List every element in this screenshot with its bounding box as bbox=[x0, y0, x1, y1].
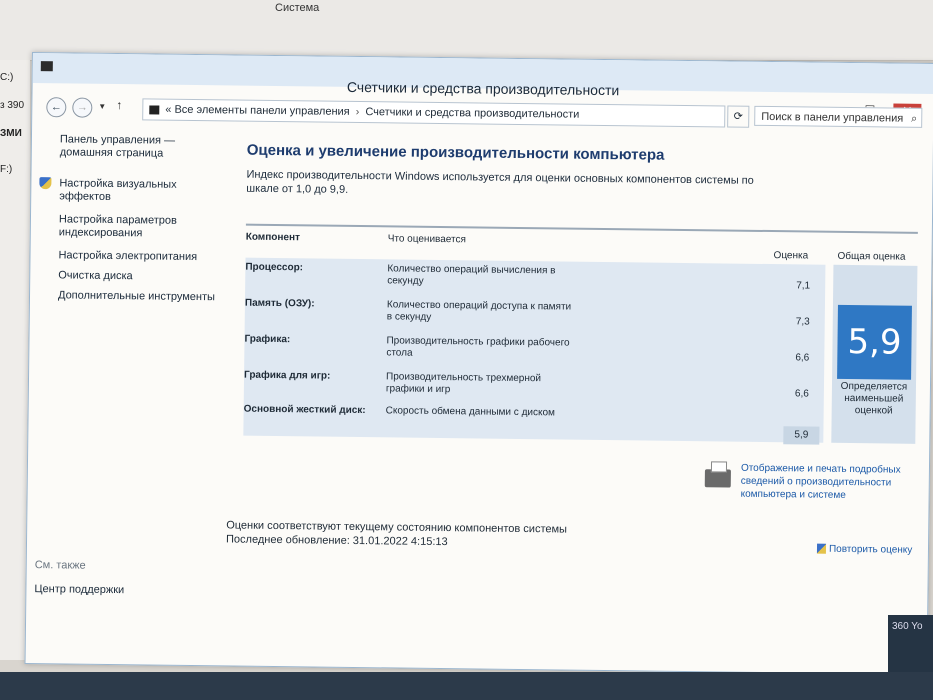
intro-text: Индекс производительности Windows исполь… bbox=[246, 168, 754, 196]
navigation-bar: ← → ▼ ↑ « Все элементы панели управления… bbox=[42, 97, 923, 134]
overall-score-badge: 5,9 bbox=[837, 304, 912, 380]
support-center-link[interactable]: Центр поддержки bbox=[34, 583, 124, 596]
print-details-link[interactable]: Отображение и печать подробных сведений … bbox=[741, 462, 921, 503]
component-description: Количество операций вычисления в секунду bbox=[387, 263, 556, 287]
shield-icon bbox=[39, 177, 52, 190]
recent-pages-chevron-icon[interactable]: ▼ bbox=[98, 102, 106, 111]
rerun-assessment-link[interactable]: Повторить оценку bbox=[816, 543, 913, 556]
back-button[interactable]: ← bbox=[46, 97, 67, 118]
component-score: 7,3 bbox=[795, 316, 810, 328]
header-score: Оценка bbox=[773, 250, 809, 262]
taskbar bbox=[0, 672, 933, 700]
component-name: Графика для игр: bbox=[244, 369, 331, 382]
last-update-text: Последнее обновление: 31.01.2022 4:15:13 bbox=[225, 533, 448, 549]
component-name: Графика: bbox=[244, 333, 291, 346]
sidebar-item-disk-cleanup[interactable]: Очистка диска bbox=[58, 269, 218, 284]
component-score: 7,1 bbox=[796, 280, 811, 292]
performance-window: Счетчики и средства производительности –… bbox=[24, 52, 933, 675]
component-description: Производительность графики рабочего стол… bbox=[386, 335, 570, 359]
background-window-title: Система bbox=[275, 2, 320, 14]
control-panel-icon bbox=[149, 105, 160, 115]
background-window: Система bbox=[0, 0, 933, 61]
sidebar: Панель управления — домашняя страница На… bbox=[39, 133, 220, 303]
sidebar-item-power[interactable]: Настройка электропитания bbox=[58, 249, 218, 264]
address-bar[interactable]: « Все элементы панели управления › Счетчик… bbox=[142, 98, 726, 128]
table-header: Компонент Что оценивается Оценка Общая о… bbox=[245, 223, 918, 264]
search-placeholder: Поиск в панели управления bbox=[761, 110, 904, 125]
component-score: 6,6 bbox=[794, 388, 809, 400]
sidebar-item-visual-effects[interactable]: Настройка визуальных эффектов bbox=[59, 177, 219, 205]
up-button[interactable]: ↑ bbox=[116, 98, 122, 112]
header-overall: Общая оценка bbox=[837, 250, 906, 263]
forward-button[interactable]: → bbox=[72, 97, 93, 118]
background-fragment: ЗМИ bbox=[0, 128, 22, 139]
component-name: Основной жесткий диск: bbox=[243, 403, 366, 417]
main-content: Оценка и увеличение производительности к… bbox=[226, 141, 927, 556]
score-table: Компонент Что оценивается Оценка Общая о… bbox=[226, 223, 918, 556]
component-description: Скорость обмена данными с диском bbox=[385, 405, 556, 419]
page-title: Оценка и увеличение производительности к… bbox=[246, 141, 665, 164]
component-name: Память (ОЗУ): bbox=[244, 297, 315, 310]
lowest-component-score: 5,9 bbox=[783, 426, 820, 445]
breadcrumb-all-items[interactable]: Все элементы панели управления bbox=[174, 104, 349, 118]
background-fragment: C:) bbox=[0, 72, 14, 83]
component-description: Производительность трехмерной графики и … bbox=[385, 371, 542, 396]
breadcrumb-current[interactable]: Счетчики и средства производительности bbox=[365, 106, 579, 121]
background-fragment: F:) bbox=[0, 164, 13, 175]
breadcrumb-prefix: « bbox=[165, 103, 172, 116]
rerun-label: Повторить оценку bbox=[828, 543, 913, 556]
overall-score-note: Определяется наименьшей оценкой bbox=[840, 380, 908, 417]
sidebar-item-indexing[interactable]: Настройка параметров индексирования bbox=[59, 213, 219, 241]
breadcrumb-separator-icon: › bbox=[355, 105, 360, 119]
sidebar-home-link[interactable]: Панель управления — домашняя страница bbox=[60, 133, 220, 161]
component-description: Количество операций доступа к памяти в с… bbox=[386, 299, 572, 323]
printer-icon bbox=[704, 469, 731, 488]
search-icon: ⌕ bbox=[911, 112, 918, 125]
see-also-heading: См. также bbox=[34, 559, 86, 572]
component-score: 6,6 bbox=[795, 352, 810, 364]
refresh-button[interactable]: ⟳ bbox=[727, 105, 750, 128]
background-fragment: з 390 bbox=[0, 100, 25, 111]
app-icon bbox=[40, 61, 53, 72]
component-name: Процессор: bbox=[245, 261, 304, 274]
shield-icon bbox=[816, 543, 827, 555]
sidebar-item-advanced-tools[interactable]: Дополнительные инструменты bbox=[58, 289, 218, 304]
header-component: Компонент bbox=[245, 231, 300, 244]
table-row: Основной жесткий диск: Скорость обмена д… bbox=[243, 400, 823, 445]
header-rated: Что оценивается bbox=[387, 233, 467, 246]
search-input[interactable]: Поиск в панели управления ⌕ bbox=[754, 105, 923, 128]
